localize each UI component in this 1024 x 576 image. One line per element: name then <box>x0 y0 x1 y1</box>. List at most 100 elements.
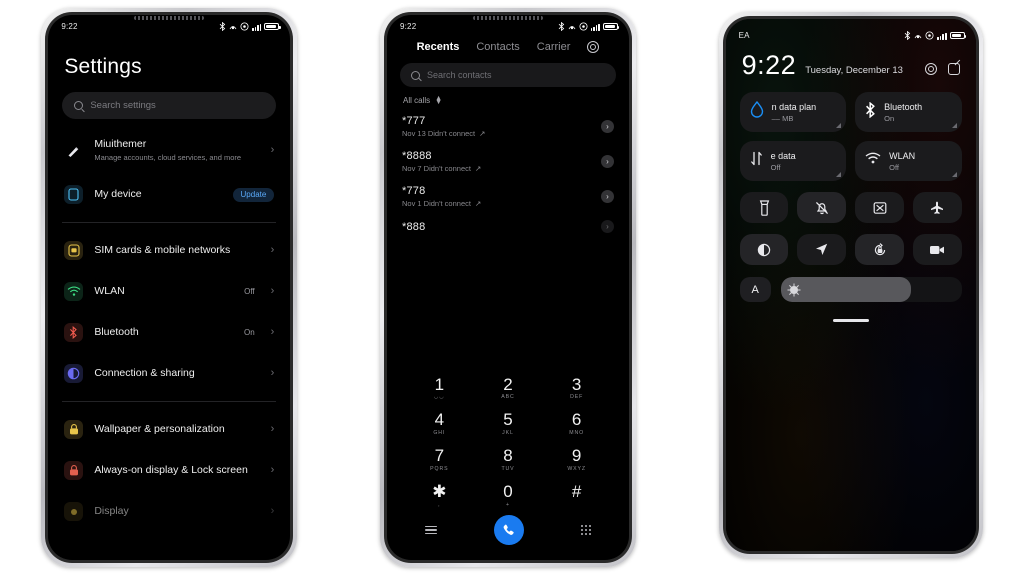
toggle-rotation-lock[interactable] <box>855 234 904 265</box>
call-details-button[interactable]: › <box>600 220 614 233</box>
phone-bezel: EA 9:22 Tuesday, December 13 n data plan… <box>718 12 983 558</box>
sim-card-icon <box>64 241 84 261</box>
call-button[interactable] <box>493 515 524 545</box>
auto-brightness-button[interactable]: A <box>739 277 771 302</box>
call-meta: Nov 1 Didn't connect ↗ <box>402 199 601 208</box>
earpiece-speaker <box>472 16 543 20</box>
dialpad-key-1[interactable]: 1 ◡◡ <box>405 373 474 404</box>
brightness-slider[interactable] <box>780 277 962 302</box>
status-icons <box>558 22 620 31</box>
dialpad-key-2[interactable]: 2 ABC <box>474 373 543 404</box>
call-meta-text: Nov 1 Didn't connect <box>401 199 471 208</box>
expand-corner-icon[interactable] <box>951 172 957 177</box>
tile-wlan[interactable]: WLAN Off <box>855 141 962 181</box>
outgoing-arrow-icon: ↗ <box>474 199 482 208</box>
status-bar: EA <box>726 19 976 42</box>
dialpad-key-5[interactable]: 5 JKL <box>474 408 543 439</box>
dialpad-key-8[interactable]: 8 TUV <box>474 444 543 475</box>
expand-corner-icon[interactable] <box>836 123 842 128</box>
tab-recents[interactable]: Recents <box>417 41 460 53</box>
item-texts: Bluetooth <box>94 326 233 339</box>
sidebar-item-bluetooth[interactable]: Bluetooth On › <box>62 312 276 353</box>
tab-carrier[interactable]: Carrier <box>537 41 571 53</box>
call-number: *778 <box>401 185 426 197</box>
search-input[interactable]: Search settings <box>62 92 277 119</box>
table-row[interactable]: *8888 Nov 7 Didn't connect ↗ › <box>400 144 616 179</box>
call-filter-dropdown[interactable]: All calls ▲ ▼ <box>387 87 629 109</box>
item-title: Miuithemer <box>94 138 147 150</box>
dialpad-key-star[interactable]: ✱, <box>405 480 474 511</box>
key-digit: 9 <box>571 446 582 466</box>
quick-toggle-row-1 <box>726 181 976 223</box>
tile-bluetooth[interactable]: Bluetooth On <box>855 92 962 132</box>
table-row[interactable]: *778 Nov 1 Didn't connect ↗ › <box>400 179 616 214</box>
key-digit: 0 <box>503 482 513 502</box>
dialpad-key-4[interactable]: 4 GHI <box>405 408 474 439</box>
key-digit: 1 <box>434 374 445 394</box>
key-digit: 3 <box>571 374 582 394</box>
data-plan-drop-icon <box>750 100 764 123</box>
table-row[interactable]: *888 › <box>400 214 616 233</box>
call-details-button[interactable]: › <box>600 120 614 133</box>
connection-sharing-icon <box>64 364 84 384</box>
home-indicator[interactable] <box>832 319 869 322</box>
call-details-button[interactable]: › <box>600 190 614 203</box>
gear-icon[interactable] <box>587 41 600 53</box>
tile-mobile-data[interactable]: e data Off <box>739 141 847 181</box>
toggle-dark-mode[interactable] <box>739 234 789 265</box>
toggle-screen-record[interactable] <box>912 234 962 265</box>
sidebar-item-wallpaper[interactable]: Wallpaper & personalization › <box>62 409 276 450</box>
dialpad-key-0[interactable]: 0 + <box>474 480 543 511</box>
outgoing-arrow-icon: ↗ <box>474 164 482 173</box>
tile-data-plan[interactable]: n data plan –– MB <box>739 92 847 132</box>
dialpad-key-9[interactable]: 9 WXYZ <box>542 444 611 475</box>
sidebar-item-wlan[interactable]: WLAN Off › <box>62 271 276 312</box>
sidebar-item-miuithemer[interactable]: Miuithemer Manage accounts, cloud servic… <box>62 127 276 174</box>
status-time: 9:22 <box>61 22 78 31</box>
camera-shortcut-icon[interactable] <box>924 63 937 75</box>
wifi-icon <box>865 152 881 170</box>
table-row[interactable]: *777 Nov 13 Didn't connect ↗ › <box>400 109 616 144</box>
brightness-control: A <box>726 265 976 302</box>
quick-toggle-row-2 <box>726 223 976 265</box>
earpiece-speaker <box>134 16 205 20</box>
update-badge[interactable]: Update <box>232 187 275 202</box>
chevron-right-icon: › <box>270 423 275 436</box>
hamburger-menu-icon[interactable] <box>424 525 437 535</box>
edit-icon[interactable] <box>947 63 960 75</box>
expand-corner-icon[interactable] <box>951 123 957 128</box>
toggle-location[interactable] <box>797 234 847 265</box>
sidebar-item-connection-sharing[interactable]: Connection & sharing › <box>62 353 276 394</box>
call-number: *777 <box>401 115 426 127</box>
sidebar-item-always-on-display[interactable]: Always-on display & Lock screen › <box>62 450 276 491</box>
carrier-label: EA <box>738 31 750 40</box>
sort-updown-icon: ▲ ▼ <box>435 94 443 106</box>
key-digit: 2 <box>503 374 513 394</box>
brightness-sun-icon <box>788 284 799 295</box>
sidebar-item-sim-cards[interactable]: SIM cards & mobile networks › <box>62 230 276 271</box>
tile-texts: e data Off <box>771 151 796 172</box>
call-meta: Nov 13 Didn't connect ↗ <box>402 129 601 138</box>
divider <box>62 401 277 403</box>
search-contacts-input[interactable]: Search contacts <box>399 63 616 87</box>
expand-corner-icon[interactable] <box>836 172 842 177</box>
sidebar-item-my-device[interactable]: My device Update <box>62 174 276 215</box>
bluetooth-icon <box>219 22 226 31</box>
dialpad-key-6[interactable]: 6 MNO <box>542 408 611 439</box>
item-title: Display <box>94 505 129 518</box>
tab-contacts[interactable]: Contacts <box>476 41 519 53</box>
call-entry: *888 <box>402 221 601 233</box>
lock-screen-icon <box>64 461 84 481</box>
call-details-button[interactable]: › <box>600 155 614 168</box>
toggle-silent-mode[interactable] <box>797 192 847 223</box>
toggle-flashlight[interactable] <box>739 192 789 223</box>
dialpad-key-3[interactable]: 3 DEF <box>542 373 611 404</box>
tile-subtitle: Off <box>889 162 900 172</box>
keypad-icon[interactable] <box>580 525 591 535</box>
dialpad-key-7[interactable]: 7 PQRS <box>405 444 474 475</box>
toggle-airplane-mode[interactable] <box>912 192 962 223</box>
dialpad-key-hash[interactable]: # <box>542 480 611 511</box>
toggle-screenshot[interactable] <box>855 192 904 223</box>
tile-title: WLAN <box>889 150 916 161</box>
sidebar-item-display[interactable]: Display › <box>62 491 276 532</box>
